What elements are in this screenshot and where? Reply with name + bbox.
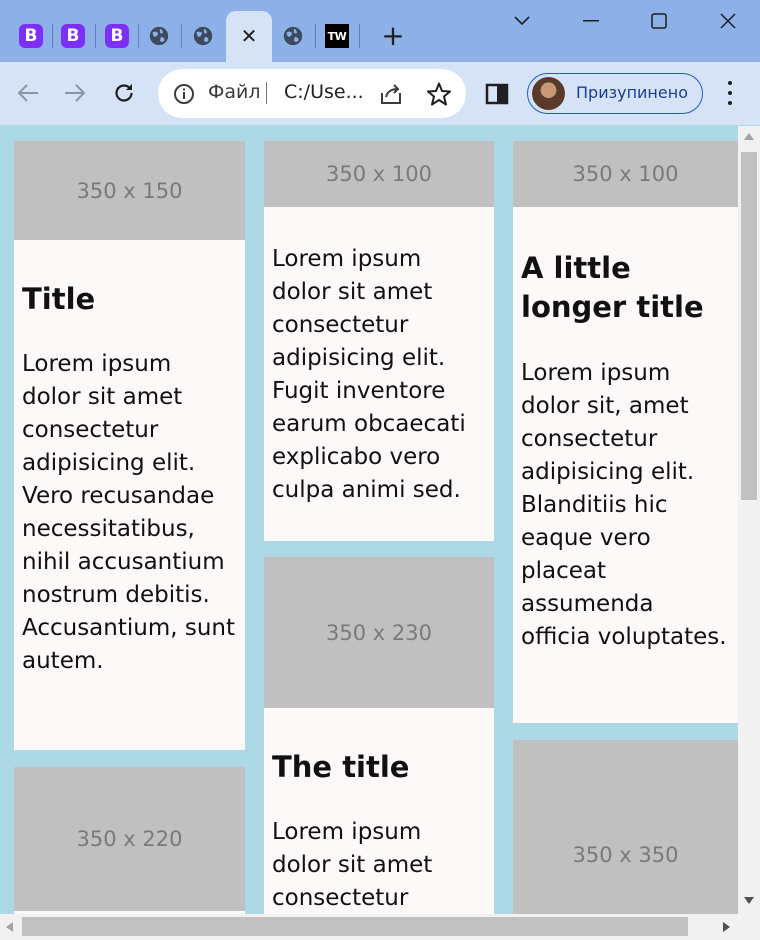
page-viewport: 350 x 150 Title Lorem ipsum dolor sit am… xyxy=(0,126,738,914)
menu-button[interactable] xyxy=(717,78,743,108)
tab-separator xyxy=(359,24,360,48)
close-icon[interactable]: ✕ xyxy=(241,24,258,48)
side-panel-icon[interactable] xyxy=(484,81,510,107)
card-6: 350 x 350 xyxy=(513,740,738,914)
bootstrap-icon: B xyxy=(19,24,43,48)
tab-bootstrap-2[interactable]: B xyxy=(54,18,92,54)
tab-separator xyxy=(52,24,53,48)
tab-bootstrap-3[interactable]: B xyxy=(98,18,136,54)
omnibox-separator xyxy=(266,82,267,104)
vertical-scrollbar[interactable] xyxy=(738,126,760,914)
image-placeholder: 350 x 100 xyxy=(513,141,738,207)
tab-strip: B B B ✕ TW + xyxy=(0,0,760,62)
tab-search-button[interactable] xyxy=(507,8,537,34)
maximize-icon xyxy=(651,13,667,29)
card-3: 350 x 100 A little longer title Lorem ip… xyxy=(513,141,738,723)
forward-button[interactable] xyxy=(57,75,93,111)
star-icon[interactable] xyxy=(426,81,452,107)
kebab-menu-icon xyxy=(728,81,732,85)
tab-separator xyxy=(138,24,139,48)
chevron-down-icon xyxy=(514,16,530,26)
back-button[interactable] xyxy=(10,75,46,111)
arrow-right-icon xyxy=(65,84,86,102)
card-text: Lorem ipsum dolor sit, amet consectetur … xyxy=(521,360,727,650)
image-placeholder: 350 x 350 xyxy=(513,740,738,914)
new-tab-button[interactable]: + xyxy=(376,18,410,52)
window-close-button[interactable] xyxy=(713,8,743,34)
globe-icon xyxy=(193,26,213,46)
minimize-button[interactable] xyxy=(576,8,606,34)
tab-active[interactable]: ✕ xyxy=(226,11,272,62)
card-text: Lorem ipsum dolor sit amet consectetur xyxy=(272,819,433,911)
profile-status-label: Призупинено xyxy=(576,83,688,102)
image-placeholder: 350 x 230 xyxy=(264,557,494,708)
tab-separator xyxy=(315,24,316,48)
tab-bootstrap-1[interactable]: B xyxy=(12,18,50,54)
tab-globe-1[interactable] xyxy=(140,18,178,54)
card-5: 350 x 230 The title Lorem ipsum dolor si… xyxy=(264,557,494,914)
card-4: 350 x 220 xyxy=(14,767,245,914)
bootstrap-icon: B xyxy=(105,24,129,48)
image-placeholder: 350 x 100 xyxy=(264,141,494,207)
scroll-right-icon[interactable] xyxy=(723,922,730,932)
maximize-button[interactable] xyxy=(644,8,674,34)
tailwind-icon: TW xyxy=(325,24,349,48)
card-text: Lorem ipsum dolor sit amet consectetur a… xyxy=(22,351,236,674)
avatar xyxy=(532,77,565,110)
card-2: 350 x 100 Lorem ipsum dolor sit amet con… xyxy=(264,141,494,541)
kebab-menu-icon xyxy=(728,101,732,105)
minimize-icon xyxy=(583,20,599,22)
image-placeholder: 350 x 220 xyxy=(14,767,245,911)
scroll-up-icon[interactable] xyxy=(744,133,754,140)
card-1: 350 x 150 Title Lorem ipsum dolor sit am… xyxy=(14,141,245,750)
horizontal-scrollbar[interactable] xyxy=(0,914,760,940)
tab-separator xyxy=(181,24,182,48)
browser-toolbar: Файл C:/Use... Призупинено xyxy=(0,62,760,125)
card-text: Lorem ipsum dolor sit amet consectetur a… xyxy=(272,246,466,503)
scroll-down-icon[interactable] xyxy=(744,897,754,904)
globe-icon xyxy=(283,26,303,46)
arrow-left-icon xyxy=(17,84,38,102)
reload-button[interactable] xyxy=(106,75,142,111)
info-icon[interactable] xyxy=(172,82,196,106)
close-icon xyxy=(720,13,736,29)
tab-globe-2[interactable] xyxy=(184,18,222,54)
vertical-scroll-thumb[interactable] xyxy=(741,152,757,500)
tab-separator xyxy=(95,24,96,48)
globe-icon xyxy=(149,26,169,46)
url-text[interactable]: C:/Use... xyxy=(284,81,364,103)
share-icon[interactable] xyxy=(378,81,404,107)
card-title: The title xyxy=(272,750,410,784)
card-title: Title xyxy=(22,282,96,316)
reload-icon xyxy=(115,84,133,102)
address-bar[interactable]: Файл C:/Use... xyxy=(158,69,466,118)
tab-globe-3[interactable] xyxy=(274,18,312,54)
profile-button[interactable]: Призупинено xyxy=(527,73,703,114)
card-title: A little longer title xyxy=(521,251,704,324)
horizontal-scroll-thumb[interactable] xyxy=(22,917,688,936)
tab-tailwind[interactable]: TW xyxy=(318,18,356,54)
image-placeholder: 350 x 150 xyxy=(14,141,245,240)
scheme-label: Файл xyxy=(208,81,261,103)
bootstrap-icon: B xyxy=(61,24,85,48)
scroll-left-icon[interactable] xyxy=(6,922,13,932)
kebab-menu-icon xyxy=(728,91,732,95)
